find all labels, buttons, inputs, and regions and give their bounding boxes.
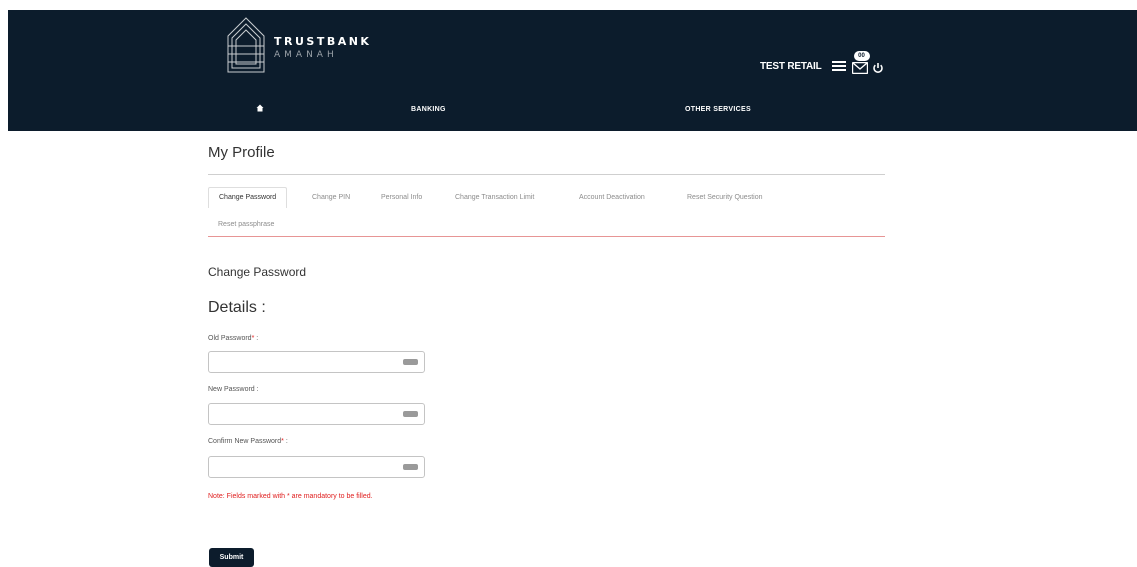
old-password-field[interactable] <box>208 351 425 373</box>
confirm-password-field[interactable] <box>208 456 425 478</box>
virtual-keyboard-icon[interactable] <box>403 464 418 470</box>
section-title: Change Password <box>208 265 307 279</box>
pyramid-logo-icon <box>226 16 266 74</box>
brand-name: TRUSTBANK <box>274 34 372 48</box>
power-icon[interactable] <box>872 58 884 74</box>
old-password-input[interactable] <box>209 352 399 372</box>
mail-icon[interactable]: 00 <box>851 51 870 75</box>
tab-change-transaction-limit[interactable]: Change Transaction Limit <box>455 194 534 201</box>
home-icon[interactable] <box>256 104 264 114</box>
main-nav: BANKING OTHER SERVICES <box>8 100 1137 124</box>
virtual-keyboard-icon[interactable] <box>403 411 418 417</box>
nav-other-services[interactable]: OTHER SERVICES <box>685 106 751 113</box>
mail-badge: 00 <box>853 51 870 61</box>
tab-change-password[interactable]: Change Password <box>208 187 288 208</box>
header-bar: TRUSTBANK AMANAH TEST RETAIL 00 BANKING … <box>8 10 1137 131</box>
new-password-label: New Password : <box>208 386 259 393</box>
brand-subname: AMANAH <box>274 49 338 60</box>
user-name[interactable]: TEST RETAIL <box>760 61 822 72</box>
hamburger-menu-icon[interactable] <box>831 61 846 71</box>
tab-account-deactivation[interactable]: Account Deactivation <box>579 194 645 201</box>
old-password-label: Old Password* : <box>208 335 259 342</box>
tab-reset-passphrase[interactable]: Reset passphrase <box>218 221 274 228</box>
tab-change-pin[interactable]: Change PIN <box>312 194 350 201</box>
details-title: Details : <box>208 299 266 316</box>
divider <box>208 174 885 175</box>
tabs-underline <box>208 236 885 237</box>
mandatory-note: Note: Fields marked with * are mandatory… <box>208 493 373 500</box>
virtual-keyboard-icon[interactable] <box>403 359 418 365</box>
submit-button[interactable]: Submit <box>209 548 254 567</box>
brand-logo[interactable]: TRUSTBANK AMANAH <box>226 16 371 74</box>
tab-reset-security-question[interactable]: Reset Security Question <box>687 194 762 201</box>
nav-banking[interactable]: BANKING <box>411 106 446 113</box>
confirm-password-input[interactable] <box>209 457 399 477</box>
tab-personal-info[interactable]: Personal Info <box>381 194 422 201</box>
new-password-input[interactable] <box>209 404 399 424</box>
confirm-password-label: Confirm New Password* : <box>208 438 288 445</box>
page-title: My Profile <box>208 144 275 161</box>
new-password-field[interactable] <box>208 403 425 425</box>
user-area: TEST RETAIL 00 <box>760 51 884 80</box>
